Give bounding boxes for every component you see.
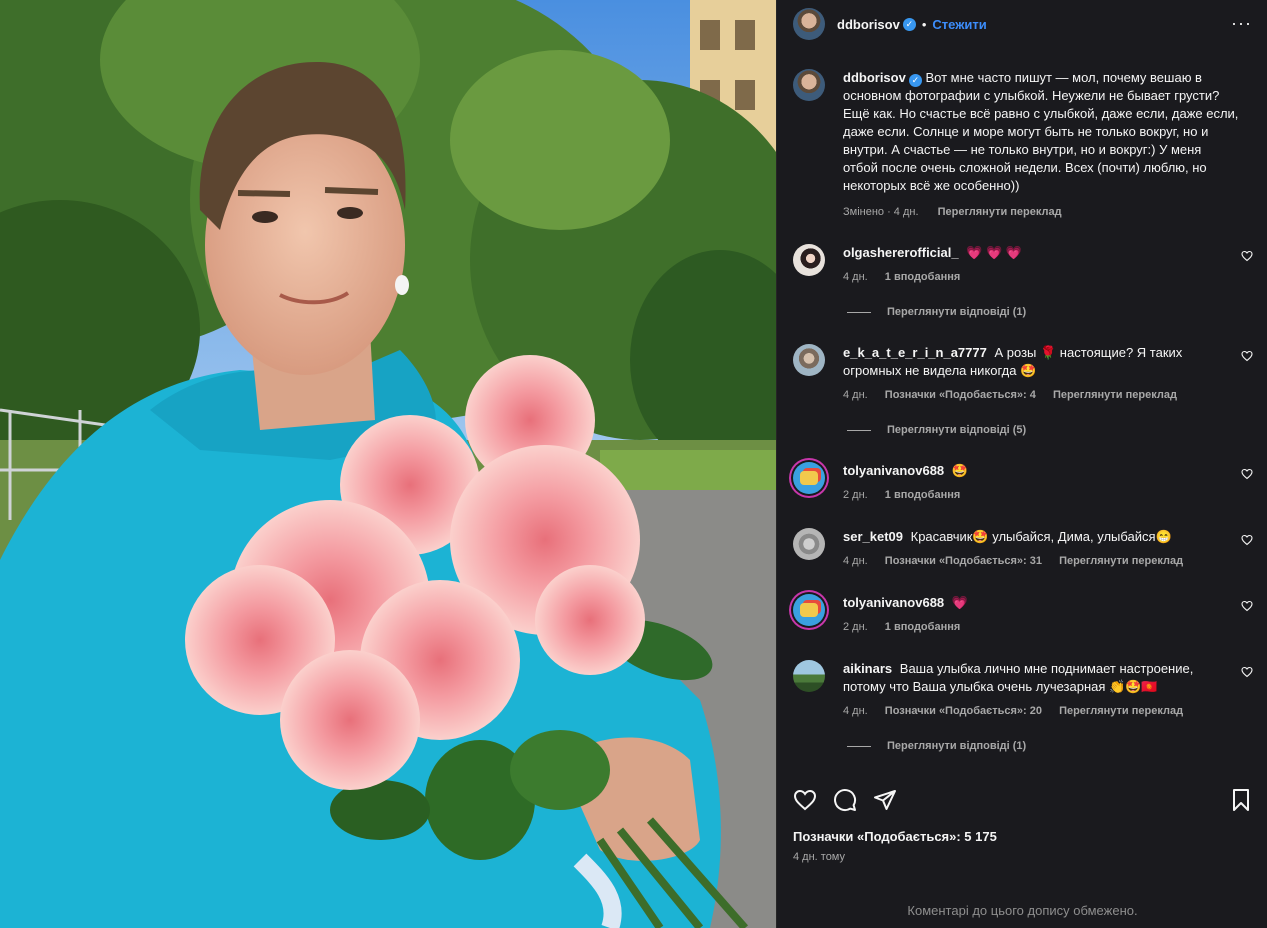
commenter-avatar[interactable] xyxy=(793,462,825,494)
comment-age: 4 дн. xyxy=(843,271,868,283)
view-replies-button[interactable]: Переглянути відповіді (1) xyxy=(847,740,1026,752)
comment-meta: 4 дн. 1 вподобання xyxy=(843,268,1223,286)
post-likes-count[interactable]: Позначки «Подобається»: 5 175 xyxy=(793,829,997,844)
author-avatar[interactable] xyxy=(793,8,825,40)
comment-heart-icon[interactable] xyxy=(1241,468,1253,480)
heart-icon[interactable] xyxy=(793,788,817,812)
comment-likes[interactable]: 1 вподобання xyxy=(885,271,960,283)
replies-label: Переглянути відповіді (5) xyxy=(887,424,1027,436)
comment-meta: 2 дн. 1 вподобання xyxy=(843,486,1223,504)
comment-likes[interactable]: 1 вподобання xyxy=(885,489,960,501)
comments-limited-notice: Коментарі до цього допису обмежено. xyxy=(907,903,1138,918)
replies-line xyxy=(847,311,871,313)
comment-heart-icon[interactable] xyxy=(1241,666,1253,678)
post-side-panel: ddborisov ✓ • Стежити ··· ddborisov ✓ Вот… xyxy=(776,0,1267,928)
comment-meta: 4 дн. Позначки «Подобається»: 20 Перегля… xyxy=(843,702,1223,720)
replies-line xyxy=(847,745,871,747)
comment-item: olgashererofficial_ 💗 💗 💗 4 дн. 1 вподоб… xyxy=(793,244,1253,286)
caption-username[interactable]: ddborisov xyxy=(843,70,906,85)
post-header: ddborisov ✓ • Стежити ··· xyxy=(777,0,1267,48)
view-replies-button[interactable]: Переглянути відповіді (1) xyxy=(847,306,1026,318)
comment-username[interactable]: ser_ket09 xyxy=(843,529,903,544)
comment-meta: 2 дн. 1 вподобання xyxy=(843,618,1223,636)
caption-edited: Змінено · 4 дн. xyxy=(843,206,919,218)
replies-line xyxy=(847,429,871,431)
more-icon[interactable]: ··· xyxy=(1231,14,1252,32)
replies-label: Переглянути відповіді (1) xyxy=(887,306,1027,318)
comment-username[interactable]: olgashererofficial_ xyxy=(843,245,959,260)
verified-icon: ✓ xyxy=(902,17,916,31)
separator-dot: • xyxy=(921,16,927,32)
comment-age: 2 дн. xyxy=(843,489,868,501)
comment-age: 4 дн. xyxy=(843,705,868,717)
comment-heart-icon[interactable] xyxy=(1241,600,1253,612)
comment-heart-icon[interactable] xyxy=(1241,250,1253,262)
caption-meta: Змінено · 4 дн. Переглянути переклад xyxy=(843,203,1239,221)
commenter-avatar[interactable] xyxy=(793,528,825,560)
follow-button[interactable]: Стежити xyxy=(932,17,986,32)
comment-username[interactable]: tolyanivanov688 xyxy=(843,463,944,478)
commenter-avatar[interactable] xyxy=(793,344,825,376)
comment-text: Красавчик🤩 улыбайся, Дима, улыбайся😁 xyxy=(910,529,1172,544)
comment-likes[interactable]: Позначки «Подобається»: 31 xyxy=(885,555,1042,567)
bookmark-icon[interactable] xyxy=(1229,788,1253,812)
comment-text: 💗 xyxy=(951,595,968,610)
comment-likes[interactable]: 1 вподобання xyxy=(885,621,960,633)
caption-text: Вот мне часто пишут — мол, почему вешаю … xyxy=(843,70,1239,193)
comment-age: 4 дн. xyxy=(843,555,868,567)
comment-heart-icon[interactable] xyxy=(1241,534,1253,546)
post-modal: ddborisov ✓ • Стежити ··· ddborisov ✓ Вот… xyxy=(0,0,1267,928)
caption-translate-link[interactable]: Переглянути переклад xyxy=(938,206,1062,218)
author-username[interactable]: ddborisov xyxy=(837,17,900,32)
comment-age: 2 дн. xyxy=(843,621,868,633)
commenter-avatar[interactable] xyxy=(793,594,825,626)
commenter-avatar[interactable] xyxy=(793,244,825,276)
comment-item: tolyanivanov688 🤩 2 дн. 1 вподобання xyxy=(793,462,1253,504)
comment-text: 💗 💗 💗 xyxy=(966,245,1023,260)
commenter-avatar[interactable] xyxy=(793,660,825,692)
comment-heart-icon[interactable] xyxy=(1241,350,1253,362)
post-caption: ddborisov ✓ Вот мне часто пишут — мол, по… xyxy=(793,69,1253,221)
verified-icon: ✓ xyxy=(908,74,922,87)
comment-meta: 4 дн. Позначки «Подобається»: 31 Перегля… xyxy=(843,552,1223,570)
caption-author-avatar[interactable] xyxy=(793,69,825,101)
view-replies-button[interactable]: Переглянути відповіді (5) xyxy=(847,424,1026,436)
comment-username[interactable]: tolyanivanov688 xyxy=(843,595,944,610)
replies-label: Переглянути відповіді (1) xyxy=(887,740,1027,752)
comment-text: 🤩 xyxy=(951,463,968,478)
comment-item: tolyanivanov688 💗 2 дн. 1 вподобання xyxy=(793,594,1253,636)
comment-likes[interactable]: Позначки «Подобається»: 20 xyxy=(885,705,1042,717)
comment-item: e_k_a_t_e_r_i_n_a7777 А розы 🌹 настоящие… xyxy=(793,344,1253,404)
comment-username[interactable]: e_k_a_t_e_r_i_n_a7777 xyxy=(843,345,987,360)
comment-item: aikinars Ваша улыбка лично мне поднимает… xyxy=(793,660,1253,720)
comment-age: 4 дн. xyxy=(843,389,868,401)
send-icon[interactable] xyxy=(873,788,897,812)
post-photo[interactable] xyxy=(0,0,776,928)
comment-icon[interactable] xyxy=(833,788,857,812)
comment-translate-link[interactable]: Переглянути переклад xyxy=(1059,555,1183,567)
post-actions xyxy=(793,788,1253,814)
selfie-with-roses-image xyxy=(0,0,776,928)
comment-text: Ваша улыбка лично мне поднимает настроен… xyxy=(843,661,1194,694)
comment-translate-link[interactable]: Переглянути переклад xyxy=(1053,389,1177,401)
comment-item: ser_ket09 Красавчик🤩 улыбайся, Дима, улы… xyxy=(793,528,1253,570)
post-timestamp[interactable]: 4 дн. тому xyxy=(793,851,845,863)
comment-username[interactable]: aikinars xyxy=(843,661,892,676)
comment-translate-link[interactable]: Переглянути переклад xyxy=(1059,705,1183,717)
comment-meta: 4 дн. Позначки «Подобається»: 4 Переглян… xyxy=(843,386,1223,404)
comment-likes[interactable]: Позначки «Подобається»: 4 xyxy=(885,389,1036,401)
